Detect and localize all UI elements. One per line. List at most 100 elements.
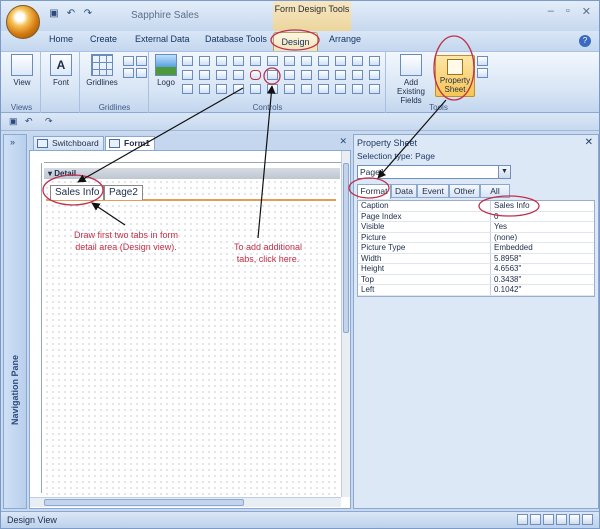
- property-row[interactable]: Visible Yes: [358, 222, 594, 233]
- tab-home[interactable]: Home: [49, 34, 73, 44]
- view-code-icon[interactable]: [477, 56, 488, 66]
- list-icon[interactable]: [284, 56, 295, 66]
- combo-box-icon[interactable]: [250, 56, 261, 66]
- help-icon[interactable]: ?: [579, 35, 591, 47]
- checkbox-icon[interactable]: [233, 70, 244, 80]
- close-icon[interactable]: ✕: [582, 5, 591, 18]
- property-row[interactable]: Picture (none): [358, 232, 594, 243]
- date-time-icon[interactable]: [182, 84, 193, 94]
- delete-icon[interactable]: [369, 84, 380, 94]
- chevron-down-icon[interactable]: ▼: [498, 166, 510, 178]
- close-document-icon[interactable]: ✕: [339, 136, 347, 147]
- option-group-icon[interactable]: [216, 70, 227, 80]
- property-sheet-button[interactable]: Property Sheet: [435, 55, 475, 97]
- nav-pane-toggle-icon[interactable]: »: [10, 137, 15, 147]
- horizontal-scroll-thumb[interactable]: [44, 499, 244, 506]
- redo-small-icon[interactable]: ↷: [45, 116, 53, 127]
- line-icon[interactable]: [216, 56, 227, 66]
- property-row[interactable]: Left 0.1042": [358, 285, 594, 296]
- field-list-icon[interactable]: [233, 84, 244, 94]
- radio-icon[interactable]: [250, 84, 261, 94]
- page-break-icon[interactable]: [318, 70, 329, 80]
- button-icon[interactable]: [301, 56, 312, 66]
- tab-external-data[interactable]: External Data: [135, 34, 190, 44]
- minimize-icon[interactable]: –: [548, 5, 554, 18]
- vertical-scroll-thumb[interactable]: [343, 163, 349, 333]
- page-number-icon[interactable]: [182, 70, 193, 80]
- option-button-icon[interactable]: [199, 84, 210, 94]
- logo-button[interactable]: Logo: [154, 54, 178, 87]
- object-icon[interactable]: [301, 84, 312, 94]
- view-button[interactable]: View: [6, 54, 38, 87]
- set-default-icon[interactable]: [369, 70, 380, 80]
- insert-tab-control-icon[interactable]: [250, 70, 261, 80]
- tab-design[interactable]: Design: [273, 32, 318, 51]
- page-tab-page2[interactable]: Page2: [104, 185, 143, 200]
- tab-control[interactable]: Sales Info Page2 Draw first two tabs in …: [46, 185, 336, 493]
- vertical-scrollbar[interactable]: [341, 151, 350, 497]
- ps-tab-all[interactable]: All: [480, 184, 510, 198]
- title-control-icon[interactable]: [182, 56, 193, 66]
- label-icon[interactable]: [199, 70, 210, 80]
- navigation-pane[interactable]: » Navigation Pane: [3, 134, 27, 509]
- property-row[interactable]: Caption Sales Info: [358, 201, 594, 212]
- property-row[interactable]: Top 0.3438": [358, 274, 594, 285]
- bold-line-icon[interactable]: [216, 84, 227, 94]
- datasheet-view-icon[interactable]: [530, 514, 541, 525]
- ps-tab-other[interactable]: Other: [449, 184, 480, 198]
- attachment-icon[interactable]: [352, 70, 363, 80]
- rectangle-icon[interactable]: [233, 56, 244, 66]
- dropdown-icon[interactable]: [352, 84, 363, 94]
- save-icon[interactable]: ▣: [47, 7, 61, 21]
- tab-database-tools[interactable]: Database Tools: [205, 34, 267, 44]
- add-existing-fields-button[interactable]: Add Existing Fields: [389, 54, 433, 105]
- detail-section-bar[interactable]: ▾ Detail: [44, 168, 340, 179]
- doc-tab-switchboard[interactable]: Switchboard: [33, 136, 104, 150]
- convert-macros-icon[interactable]: [477, 68, 488, 78]
- pivot-table-icon[interactable]: [543, 514, 554, 525]
- line-type-icon[interactable]: [123, 68, 134, 78]
- design-view-icon[interactable]: [582, 514, 593, 525]
- property-row[interactable]: Width 5.8958": [358, 253, 594, 264]
- attach-icon[interactable]: [318, 84, 329, 94]
- property-row[interactable]: Page Index 0: [358, 211, 594, 222]
- ps-tab-format[interactable]: Format: [357, 184, 391, 199]
- subform-icon[interactable]: [335, 56, 346, 66]
- chart-icon[interactable]: [267, 56, 278, 66]
- line-color-icon[interactable]: [136, 68, 147, 78]
- line-style-icon[interactable]: [136, 56, 147, 66]
- insert-page-icon[interactable]: [267, 84, 278, 94]
- text-box-icon[interactable]: [199, 56, 210, 66]
- gridlines-button[interactable]: Gridlines: [85, 54, 119, 87]
- form-view-icon[interactable]: [517, 514, 528, 525]
- ps-tab-event[interactable]: Event: [417, 184, 449, 198]
- layout-view-icon[interactable]: [569, 514, 580, 525]
- image-icon[interactable]: [267, 70, 278, 80]
- object-selector[interactable]: Page1 ▼: [357, 165, 511, 179]
- undo-small-icon[interactable]: ↶: [25, 116, 33, 127]
- toggle-icon[interactable]: [301, 70, 312, 80]
- property-row[interactable]: Height 4.6563": [358, 264, 594, 275]
- property-row[interactable]: Picture Type Embedded: [358, 243, 594, 254]
- ps-tab-data[interactable]: Data: [391, 184, 417, 198]
- horizontal-scrollbar[interactable]: [30, 497, 341, 507]
- bound-frame-icon[interactable]: [318, 56, 329, 66]
- office-button[interactable]: [6, 5, 40, 39]
- page-tab-sales-info[interactable]: Sales Info: [50, 185, 105, 200]
- save-small-icon[interactable]: ▣: [9, 116, 18, 127]
- web-control-icon[interactable]: [335, 70, 346, 80]
- unbound-frame-icon[interactable]: [284, 70, 295, 80]
- wizard-icon[interactable]: [369, 56, 380, 66]
- property-sheet-close-icon[interactable]: ✕: [585, 137, 593, 148]
- line-width-icon[interactable]: [123, 56, 134, 66]
- restore-icon[interactable]: ▫: [566, 5, 570, 18]
- font-button[interactable]: A Font: [45, 54, 77, 87]
- tab-arrange[interactable]: Arrange: [329, 34, 361, 44]
- line-thickness-icon[interactable]: [335, 84, 346, 94]
- pivot-chart-icon[interactable]: [556, 514, 567, 525]
- undo-icon[interactable]: ↶: [64, 7, 78, 21]
- select-icon[interactable]: [352, 56, 363, 66]
- redo-icon[interactable]: ↷: [81, 7, 95, 21]
- tab-create[interactable]: Create: [90, 34, 117, 44]
- hyperlink-icon[interactable]: [284, 84, 295, 94]
